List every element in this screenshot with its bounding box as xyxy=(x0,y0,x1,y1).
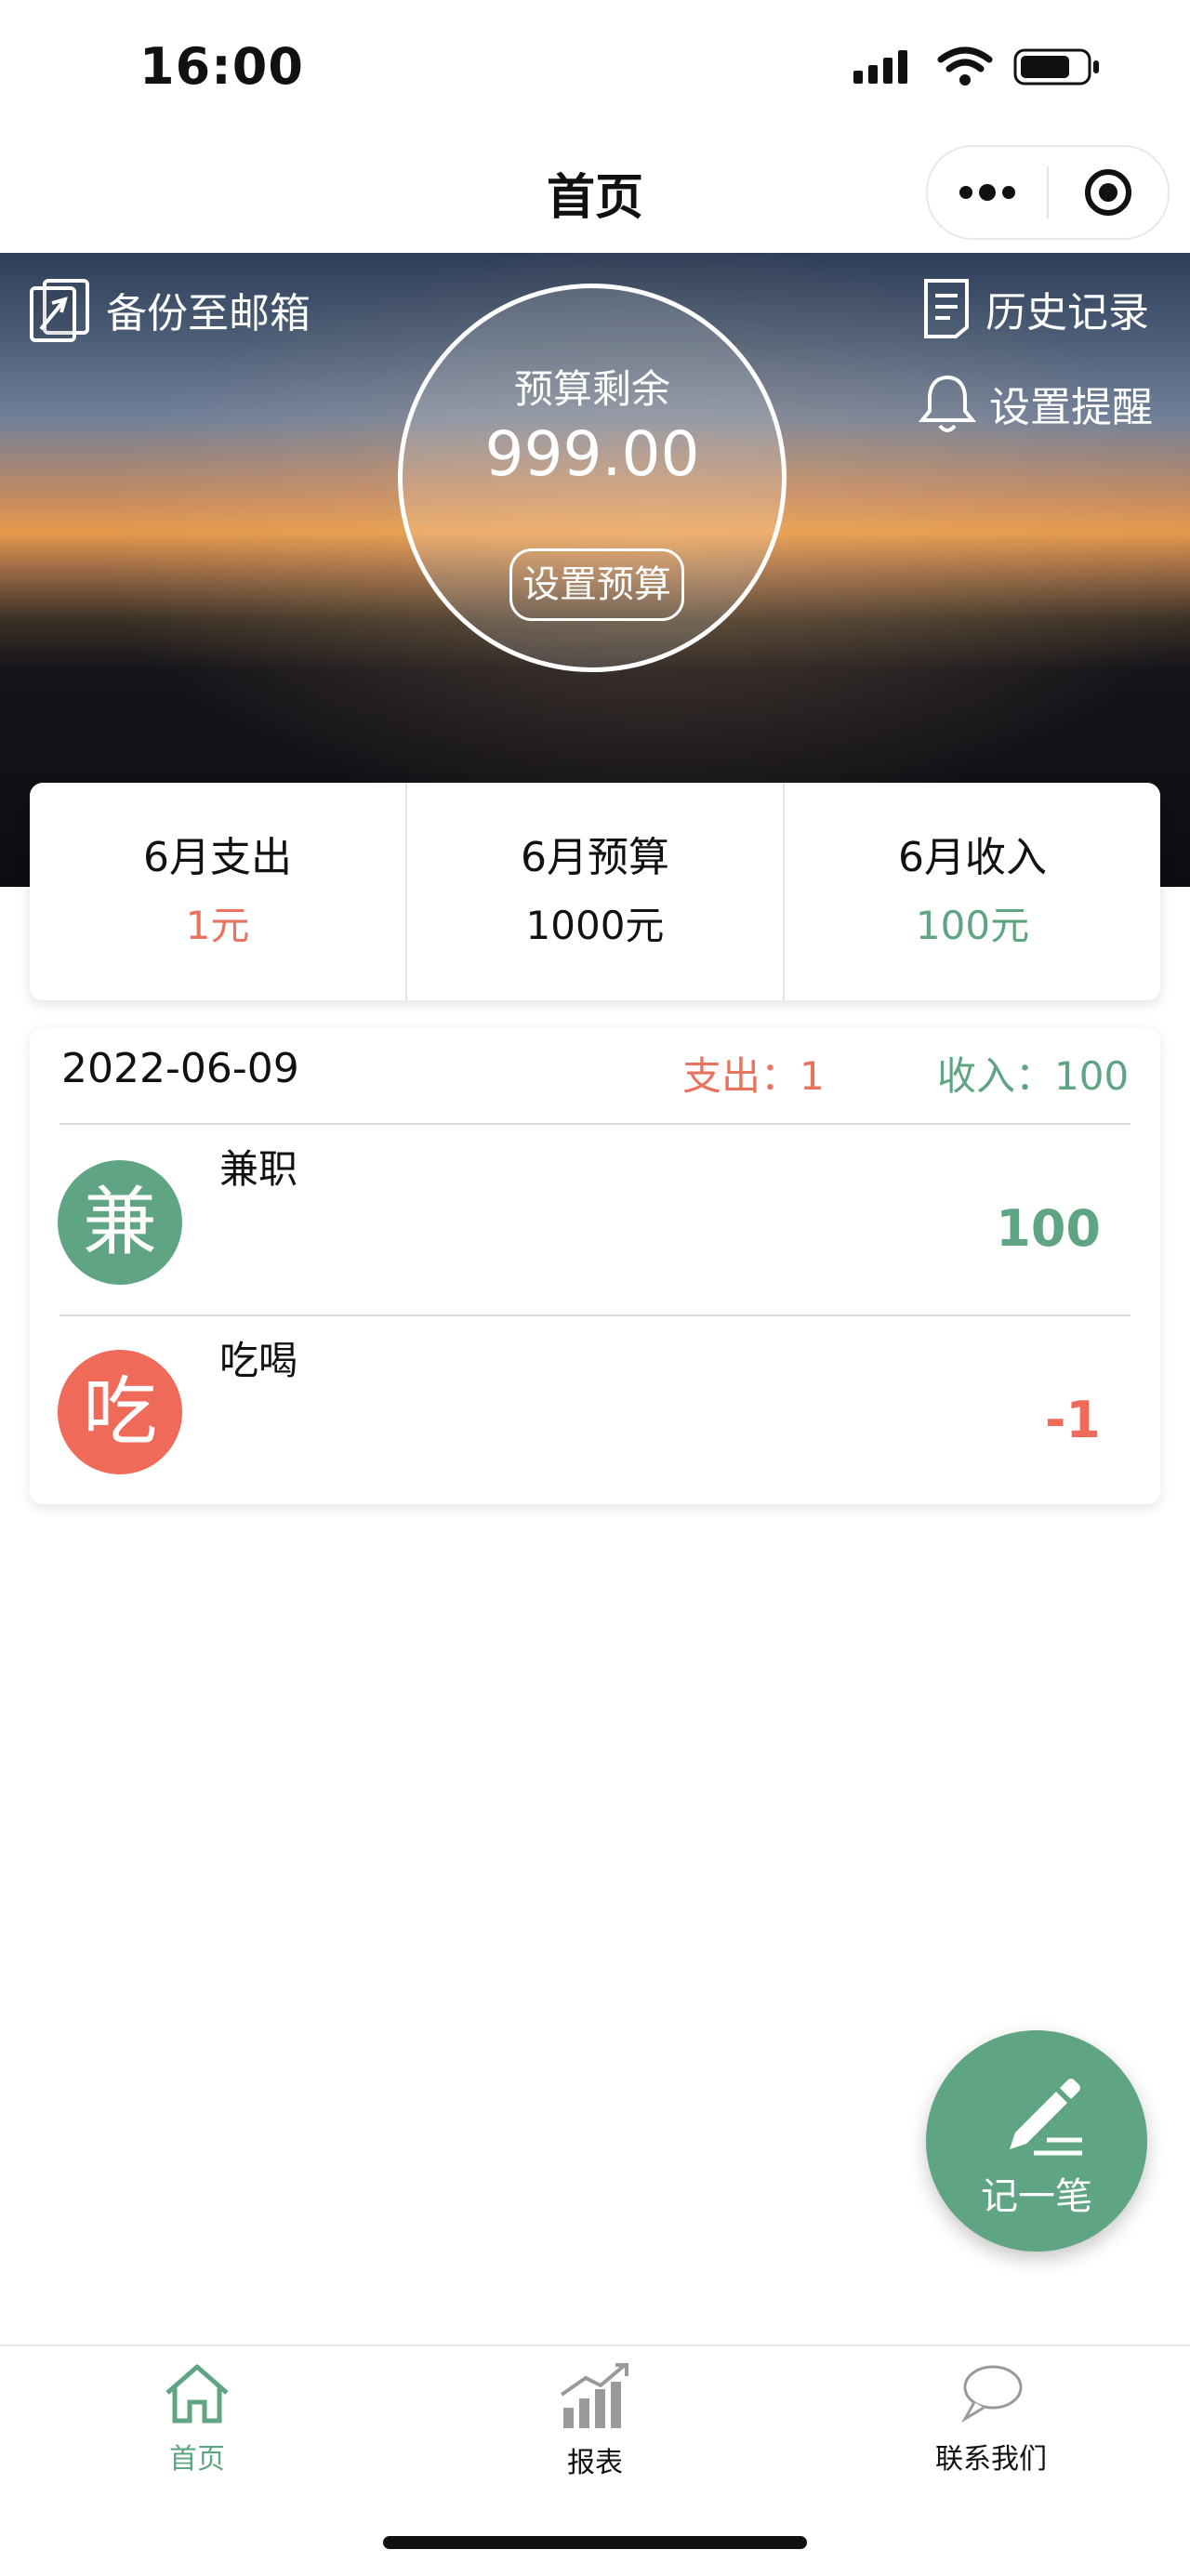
chat-bubble-icon xyxy=(960,2365,1023,2424)
backup-icon xyxy=(30,279,89,342)
stat-value: 1元 xyxy=(185,903,250,948)
wifi-icon xyxy=(937,46,993,86)
add-record-label: 记一笔 xyxy=(981,2175,1092,2218)
budget-remaining-label: 预算剩余 xyxy=(513,366,670,412)
tab-label: 首页 xyxy=(169,2443,225,2476)
pencil-icon xyxy=(1010,2079,1082,2156)
budget-remaining-circle: 预算剩余 999.00 设置预算 xyxy=(398,284,787,672)
history-button[interactable]: 历史记录 xyxy=(920,277,1149,340)
record-name: 兼职 xyxy=(219,1146,298,1192)
mini-program-capsule xyxy=(926,145,1170,240)
stat-budget: 6月预算 1000元 xyxy=(405,783,783,1000)
stat-expense: 6月支出 1元 xyxy=(30,783,405,1000)
record-item[interactable]: 吃 吃喝 -1 xyxy=(30,1316,1160,1502)
daily-expense-summary: 支出：1 xyxy=(682,1053,825,1099)
set-reminder-button[interactable]: 设置提醒 xyxy=(919,372,1153,435)
record-date: 2022-06-09 xyxy=(61,1045,299,1092)
target-icon xyxy=(1085,169,1131,216)
category-avatar: 兼 xyxy=(58,1160,182,1285)
status-time: 16:00 xyxy=(139,37,304,96)
bell-icon xyxy=(919,375,976,432)
daily-income-summary: 收入：100 xyxy=(937,1053,1130,1099)
home-icon xyxy=(165,2364,229,2424)
status-icons xyxy=(852,46,1101,87)
set-budget-button[interactable]: 设置预算 xyxy=(509,548,684,621)
more-button[interactable] xyxy=(928,147,1047,238)
tab-label: 联系我们 xyxy=(935,2443,1047,2476)
tab-contact[interactable]: 联系我们 xyxy=(852,2361,1130,2477)
budget-remaining-value: 999.00 xyxy=(484,418,700,490)
chart-icon xyxy=(560,2363,628,2428)
stat-label: 6月支出 xyxy=(143,834,292,881)
stat-value: 1000元 xyxy=(525,903,665,948)
backup-label: 备份至邮箱 xyxy=(106,290,311,337)
close-program-button[interactable] xyxy=(1049,147,1168,238)
stat-label: 6月预算 xyxy=(521,834,669,881)
reminder-label: 设置提醒 xyxy=(989,384,1153,431)
stat-label: 6月收入 xyxy=(898,834,1047,881)
tab-home[interactable]: 首页 xyxy=(58,2361,337,2477)
more-dots-icon xyxy=(959,184,1015,201)
backup-to-email-button[interactable]: 备份至邮箱 xyxy=(28,277,311,342)
home-indicator xyxy=(383,2536,807,2549)
stat-value: 100元 xyxy=(915,903,1030,948)
category-avatar: 吃 xyxy=(58,1350,182,1474)
tab-label: 报表 xyxy=(567,2447,623,2479)
monthly-stats-card: 6月支出 1元 6月预算 1000元 6月收入 100元 xyxy=(30,783,1160,1000)
record-item[interactable]: 兼 兼职 100 xyxy=(30,1125,1160,1314)
daily-records-card: 2022-06-09 支出：1 收入：100 兼 兼职 100 吃 吃喝 -1 xyxy=(30,1028,1160,1504)
history-label: 历史记录 xyxy=(985,289,1149,337)
stat-income: 6月收入 100元 xyxy=(783,783,1160,1000)
document-icon xyxy=(924,279,969,338)
tab-report[interactable]: 报表 xyxy=(456,2361,734,2480)
battery-icon xyxy=(1013,48,1099,86)
record-amount: 100 xyxy=(996,1199,1101,1258)
signal-icon xyxy=(853,50,907,84)
add-record-button[interactable]: 记一笔 xyxy=(926,2030,1147,2252)
record-amount: -1 xyxy=(1045,1391,1101,1449)
record-name: 吃喝 xyxy=(219,1338,298,1383)
